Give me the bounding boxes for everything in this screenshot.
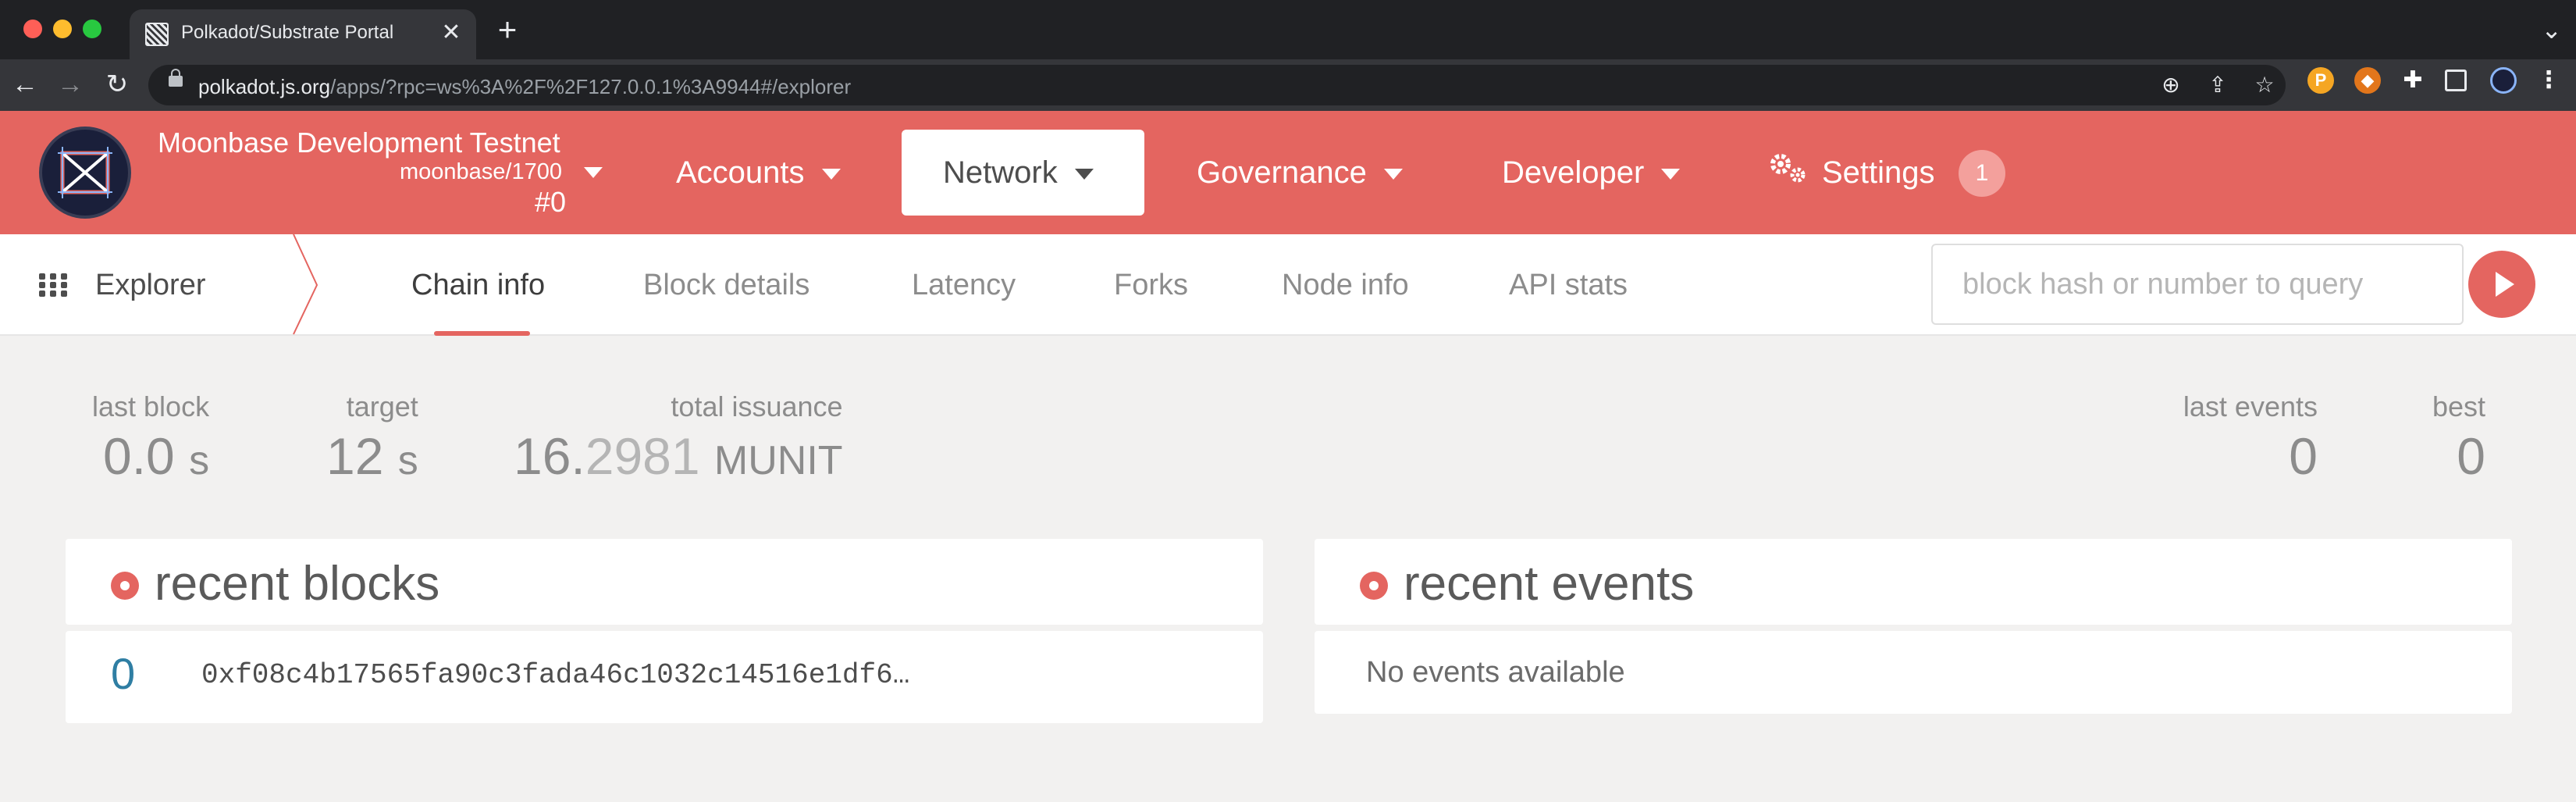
- recent-blocks-header: recent blocks: [66, 539, 1263, 625]
- browser-tab-bar: Polkadot/Substrate Portal ✕ + ⌄: [0, 0, 2576, 59]
- menu-network[interactable]: Network: [902, 130, 1144, 216]
- table-row: 0 0xf08c4b17565fa90c3fada46c1032c14516e1…: [66, 631, 1263, 723]
- window-minimize-button[interactable]: [53, 20, 72, 38]
- stat-total-issuance: total issuance 16.2981 MUNIT: [514, 390, 843, 485]
- no-events-message: No events available: [1366, 656, 1625, 689]
- tab-close-icon[interactable]: ✕: [437, 17, 465, 48]
- explorer-subnav: Explorer Chain info Block details Latenc…: [0, 234, 2576, 336]
- breadcrumb-separator-icon: [293, 234, 318, 335]
- forward-arrow-icon[interactable]: →: [53, 67, 87, 102]
- back-arrow-icon[interactable]: ←: [8, 67, 42, 102]
- share-icon[interactable]: ⇪: [2205, 73, 2230, 98]
- zoom-icon[interactable]: ⊕: [2158, 73, 2183, 98]
- browser-menu-icon[interactable]: ⋮: [2535, 67, 2562, 94]
- new-tab-button[interactable]: +: [490, 12, 525, 47]
- stat-last-events: last events 0: [2183, 390, 2318, 485]
- tab-title: Polkadot/Substrate Portal: [181, 22, 394, 43]
- lock-icon[interactable]: [169, 69, 183, 87]
- browser-tab[interactable]: Polkadot/Substrate Portal ✕: [130, 9, 476, 59]
- reload-icon[interactable]: ↻: [100, 67, 134, 102]
- record-dot-icon: [111, 572, 139, 600]
- chain-spec[interactable]: moonbase/1700: [400, 159, 562, 185]
- recent-events-body: No events available: [1315, 631, 2512, 714]
- gears-icon: [1767, 131, 1808, 217]
- bookmark-star-icon[interactable]: ☆: [2252, 73, 2277, 98]
- app-header: Moonbase Development Testnet moonbase/17…: [0, 111, 2576, 234]
- menu-settings[interactable]: Settings: [1767, 130, 1935, 216]
- settings-notification-badge[interactable]: 1: [1959, 150, 2005, 197]
- chain-name[interactable]: Moonbase Development Testnet: [158, 127, 560, 159]
- puzzle-icon[interactable]: ✚: [2400, 67, 2426, 94]
- caret-down-icon: [821, 169, 841, 180]
- window-zoom-button[interactable]: [83, 20, 101, 38]
- block-number: #0: [535, 186, 567, 218]
- block-query-input[interactable]: [1931, 244, 2464, 325]
- caret-down-icon: [1383, 169, 1403, 180]
- extension-p-icon[interactable]: P: [2307, 67, 2334, 94]
- tab-node-info[interactable]: Node info: [1282, 269, 1409, 302]
- chain-logo-icon[interactable]: [39, 127, 131, 219]
- profile-avatar-icon[interactable]: [2490, 67, 2517, 94]
- record-dot-icon: [1360, 572, 1388, 600]
- metamask-icon[interactable]: ◆: [2354, 67, 2381, 94]
- stat-target: target 12 s: [326, 390, 418, 485]
- tab-forks[interactable]: Forks: [1114, 269, 1188, 302]
- apps-grid-icon[interactable]: [39, 273, 69, 297]
- caret-down-icon: [1661, 169, 1681, 180]
- active-tab-indicator: [434, 331, 530, 336]
- sidebar-icon[interactable]: [2445, 70, 2467, 91]
- section-title: Explorer: [95, 269, 206, 301]
- recent-blocks-title: recent blocks: [155, 557, 440, 611]
- menu-accounts[interactable]: Accounts: [676, 130, 841, 216]
- tab-api-stats[interactable]: API stats: [1509, 269, 1628, 302]
- stat-last-block: last block 0.0 s: [92, 390, 210, 485]
- tab-chain-info[interactable]: Chain info: [411, 269, 545, 302]
- recent-events-header: recent events: [1315, 539, 2512, 625]
- tab-latency[interactable]: Latency: [912, 269, 1016, 302]
- query-play-button[interactable]: [2468, 251, 2535, 318]
- address-bar[interactable]: polkadot.js.org/apps/?rpc=ws%3A%2F%2F127…: [148, 65, 2286, 105]
- menu-governance[interactable]: Governance: [1197, 130, 1403, 216]
- recent-events-title: recent events: [1404, 557, 1695, 611]
- tab-block-details[interactable]: Block details: [643, 269, 809, 302]
- window-close-button[interactable]: [23, 20, 42, 38]
- caret-down-icon: [1074, 169, 1094, 180]
- url-text[interactable]: polkadot.js.org/apps/?rpc=ws%3A%2F%2F127…: [198, 75, 851, 99]
- polkadot-favicon-icon: [145, 23, 169, 46]
- browser-toolbar: ← → ↻ polkadot.js.org/apps/?rpc=ws%3A%2F…: [0, 59, 2576, 111]
- menu-developer[interactable]: Developer: [1502, 130, 1681, 216]
- tab-search-chevron-icon[interactable]: ⌄: [2541, 16, 2562, 44]
- chain-caret-down-icon[interactable]: [584, 167, 603, 178]
- block-number-link[interactable]: 0: [111, 648, 135, 699]
- block-hash: 0xf08c4b17565fa90c3fada46c1032c14516e1df…: [201, 659, 910, 691]
- stat-best: best 0: [2432, 390, 2485, 485]
